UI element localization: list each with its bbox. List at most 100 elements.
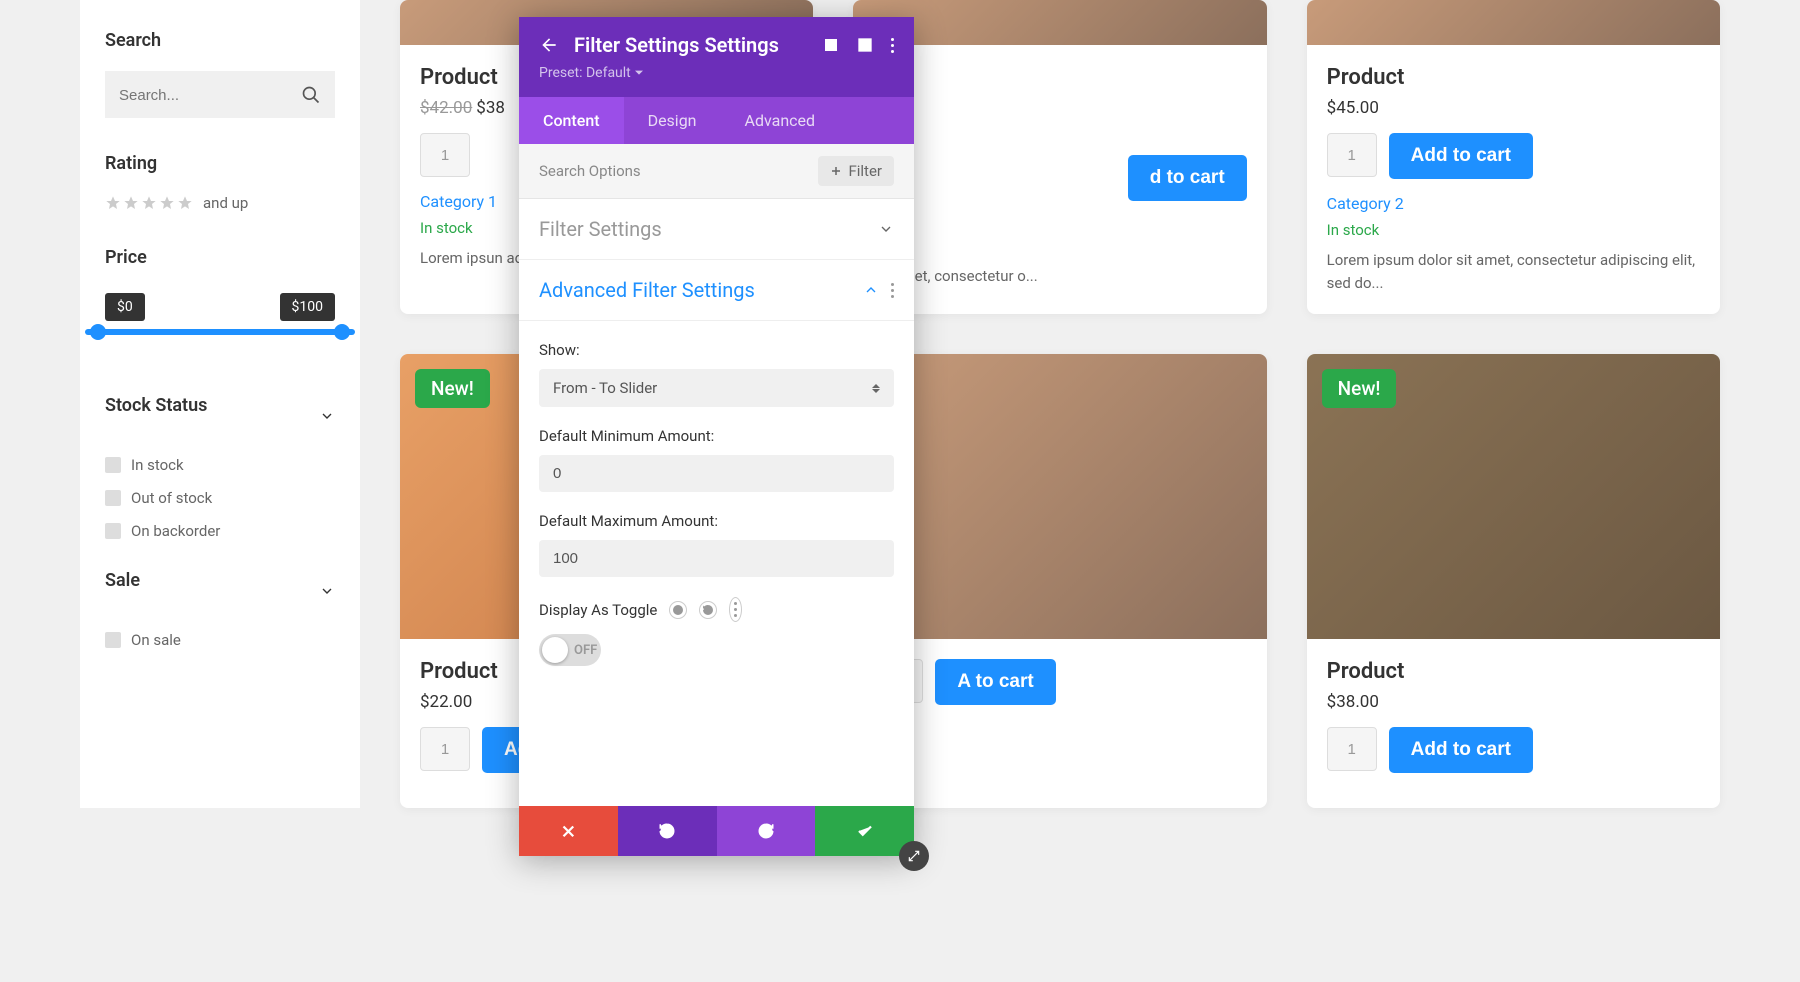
more-icon[interactable] (729, 597, 742, 622)
back-icon[interactable] (539, 35, 559, 55)
product-title: Product (1327, 65, 1700, 90)
close-icon (559, 822, 577, 840)
tab-design[interactable]: Design (624, 97, 721, 144)
filter-button[interactable]: Filter (818, 156, 894, 186)
product-image: New! (1307, 354, 1720, 639)
product-image (1307, 0, 1720, 45)
add-to-cart-button[interactable]: d to cart (1128, 155, 1247, 201)
modal-tabs: Content Design Advanced (519, 97, 914, 144)
sale-option-onsale[interactable]: On sale (105, 631, 335, 649)
star-icon (105, 195, 121, 211)
resize-handle[interactable] (899, 841, 929, 871)
stock-option-backorder[interactable]: On backorder (105, 522, 335, 540)
checkbox[interactable] (105, 632, 121, 648)
rating-heading: Rating (105, 153, 335, 174)
more-icon[interactable] (891, 38, 894, 53)
search-heading: Search (105, 30, 335, 51)
redo-icon (757, 822, 775, 840)
min-label: Default Minimum Amount: (539, 427, 894, 445)
min-input[interactable] (539, 455, 894, 492)
stock-option-outofstock[interactable]: Out of stock (105, 489, 335, 507)
max-label: Default Maximum Amount: (539, 512, 894, 530)
star-icon (159, 195, 175, 211)
product-title: Product (1327, 659, 1700, 684)
search-box[interactable] (105, 71, 335, 118)
product-description: Lorem ipsum dolor sit amet, consectetur … (1327, 249, 1700, 294)
more-icon[interactable] (891, 283, 894, 298)
reset-icon[interactable] (699, 601, 717, 619)
cancel-button[interactable] (519, 806, 618, 856)
filter-settings-section[interactable]: Filter Settings (519, 199, 914, 260)
search-icon (301, 85, 321, 105)
modal-title: Filter Settings Settings (574, 33, 808, 57)
product-card: New! Product $38.00 Add to cart (1307, 354, 1720, 808)
max-input[interactable] (539, 540, 894, 577)
search-options-bar: Search Options Filter (519, 144, 914, 199)
product-card: A to cart (853, 354, 1266, 808)
confirm-button[interactable] (815, 806, 914, 856)
star-icon (123, 195, 139, 211)
product-image (853, 0, 1266, 45)
resize-icon (907, 849, 921, 863)
price-min-label: $0 (105, 293, 145, 321)
help-icon[interactable] (669, 601, 687, 619)
product-description: sit amet, consectetur o... (873, 265, 1246, 288)
quantity-input[interactable] (420, 727, 470, 771)
modal-footer (519, 806, 914, 856)
show-select[interactable]: From - To Slider (539, 369, 894, 407)
quantity-input[interactable] (1327, 133, 1377, 177)
plus-icon (830, 165, 842, 177)
star-icon (141, 195, 157, 211)
new-badge: New! (1322, 369, 1397, 408)
add-to-cart-button[interactable]: A to cart (935, 659, 1055, 705)
toggle-label: Display As Toggle (539, 601, 657, 619)
product-card: Product $45.00 Add to cart Category 2 In… (1307, 0, 1720, 314)
stock-option-instock[interactable]: In stock (105, 456, 335, 474)
slider-thumb-min[interactable] (90, 324, 106, 340)
preset-selector[interactable]: Preset: Default (539, 65, 894, 81)
add-to-cart-button[interactable]: Add to cart (1389, 727, 1533, 773)
undo-button[interactable] (618, 806, 717, 856)
quantity-input[interactable] (1327, 727, 1377, 771)
expand-icon[interactable] (823, 37, 839, 53)
sale-heading: Sale (105, 570, 140, 591)
rating-filter[interactable]: and up (105, 194, 335, 212)
dropdown-icon (635, 69, 643, 77)
filter-sidebar: Search Rating and up Price $0 (80, 0, 360, 808)
settings-modal: Filter Settings Settings Preset: Default… (519, 17, 914, 856)
advanced-filter-section[interactable]: Advanced Filter Settings (519, 260, 914, 321)
quantity-input[interactable] (420, 133, 470, 177)
add-to-cart-button[interactable]: Add to cart (1389, 133, 1533, 179)
display-toggle[interactable]: OFF (539, 634, 601, 666)
layout-icon[interactable] (857, 37, 873, 53)
price-max-label: $100 (280, 293, 335, 321)
price-slider[interactable] (85, 329, 355, 335)
checkbox[interactable] (105, 490, 121, 506)
chevron-down-icon (878, 221, 894, 237)
search-input[interactable] (119, 87, 321, 104)
stock-heading: Stock Status (105, 395, 207, 416)
and-up-label: and up (203, 194, 248, 212)
tab-advanced[interactable]: Advanced (721, 97, 840, 144)
star-icon (177, 195, 193, 211)
show-label: Show: (539, 341, 894, 359)
select-arrows-icon (872, 384, 880, 393)
search-options-label[interactable]: Search Options (539, 162, 641, 180)
settings-body: Show: From - To Slider Default Minimum A… (519, 321, 914, 686)
product-card: d to cart sit amet, consectetur o... (853, 0, 1266, 314)
product-price: $38.00 (1327, 692, 1700, 712)
slider-thumb-max[interactable] (334, 324, 350, 340)
modal-header: Filter Settings Settings Preset: Default (519, 17, 914, 97)
undo-icon (658, 822, 676, 840)
check-icon (856, 822, 874, 840)
chevron-down-icon[interactable] (319, 408, 335, 424)
checkbox[interactable] (105, 523, 121, 539)
checkbox[interactable] (105, 457, 121, 473)
product-price: $45.00 (1327, 98, 1700, 118)
redo-button[interactable] (717, 806, 816, 856)
tab-content[interactable]: Content (519, 97, 624, 144)
chevron-down-icon[interactable] (319, 583, 335, 599)
category-link[interactable]: Category 2 (1327, 194, 1700, 213)
product-image (853, 354, 1266, 639)
rating-stars (105, 195, 193, 211)
